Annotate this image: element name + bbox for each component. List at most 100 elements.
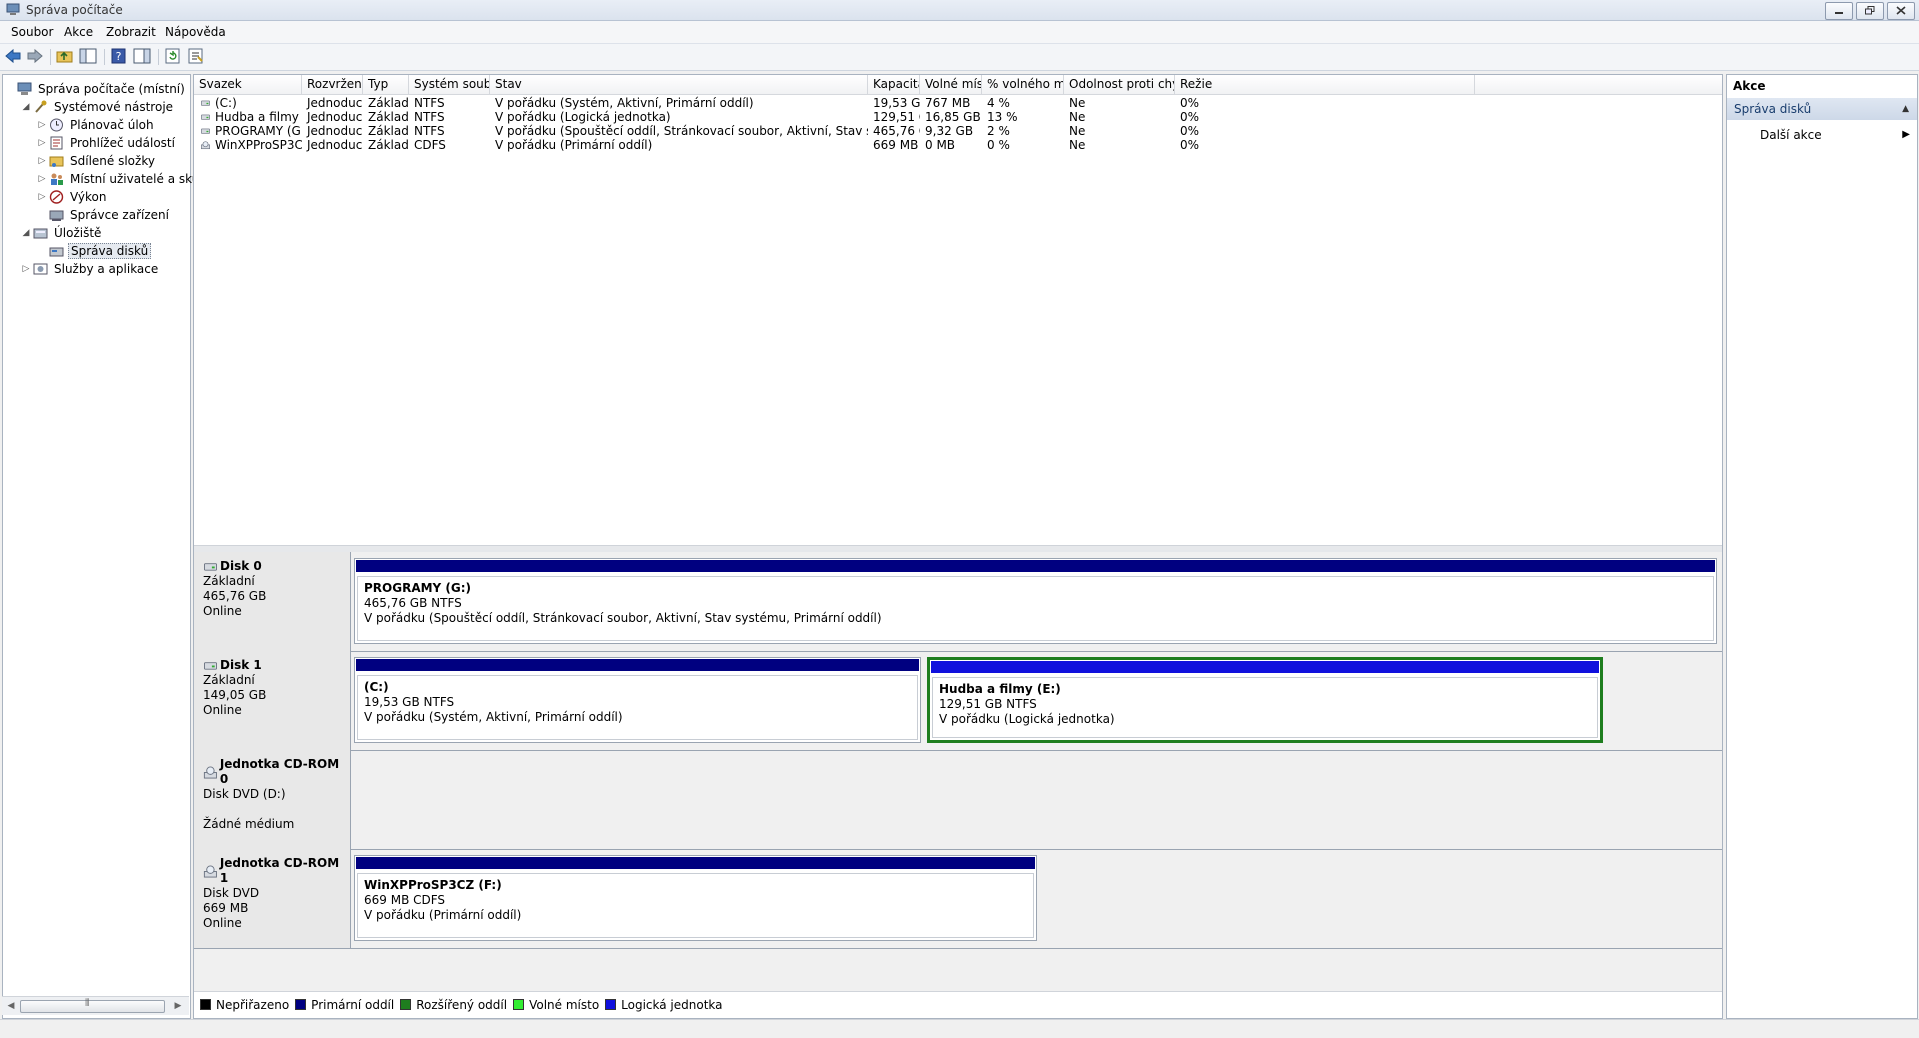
event-viewer-icon	[50, 136, 63, 150]
column-header-8[interactable]: Odolnost proti chybám	[1064, 75, 1175, 94]
restore-icon	[1865, 6, 1875, 15]
disk-label[interactable]: Disk 1 Základní 149,05 GB Online	[194, 651, 351, 750]
minimize-icon	[1835, 12, 1843, 14]
partition-type-bar	[356, 560, 1715, 572]
legend-swatch	[400, 999, 412, 1010]
tree-expander-icon[interactable]: ◢	[21, 228, 31, 238]
tree-item-computer[interactable]: Správa počítače (místní)	[5, 80, 187, 98]
partition-status: V pořádku (Primární oddíl)	[364, 908, 522, 922]
tree-item-clock[interactable]: ▷ Plánovač úloh	[37, 116, 156, 134]
partition-name: Hudba a filmy (E:)	[939, 682, 1061, 696]
column-header-2[interactable]: Typ	[363, 75, 409, 94]
table-cell: 0%	[1180, 138, 1200, 152]
partition-block[interactable]: Hudba a filmy (E:) 129,51 GB NTFS V pořádk…	[927, 657, 1603, 743]
up-folder-icon	[56, 51, 73, 63]
tree-expander-icon[interactable]: ▷	[37, 120, 47, 130]
action-more-actions[interactable]: Další akce ▶	[1760, 126, 1910, 144]
scroll-thumb[interactable]: ⦀	[20, 998, 165, 1013]
volume-list-header: SvazekRozvrženíTypSystém souborůStavKapa…	[194, 75, 1722, 95]
column-header-4[interactable]: Stav	[490, 75, 868, 94]
tree-item-event-viewer[interactable]: ▷ Prohlížeč událostí	[37, 134, 177, 152]
tree-expander-icon[interactable]: ▷	[21, 264, 31, 274]
services-icon	[33, 263, 48, 275]
scroll-right-icon[interactable]: ▶	[172, 1000, 184, 1012]
back-button[interactable]	[4, 48, 24, 66]
tree-item-storage[interactable]: ◢ Úložiště	[21, 224, 103, 242]
tree-expander-icon[interactable]: ▷	[37, 156, 47, 166]
menu-soubor[interactable]: Soubor	[10, 25, 54, 39]
help-button[interactable]: ?	[110, 48, 130, 66]
column-header-3[interactable]: Systém souborů	[409, 75, 490, 94]
refresh-icon	[165, 48, 180, 64]
tree-item-device-manager[interactable]: Správce zařízení	[37, 206, 171, 224]
disk-name-text: Disk 0	[220, 559, 262, 573]
tree-item-disk-management[interactable]: Správa disků	[37, 242, 152, 260]
column-header-5[interactable]: Kapacita	[868, 75, 920, 94]
tree-expander-icon[interactable]: ▷	[37, 138, 47, 148]
legend-label: Rozšířený oddíl	[416, 997, 508, 1012]
tree-horizontal-scrollbar[interactable]: ◀ ⦀ ▶	[2, 996, 189, 1015]
tree-expander-icon[interactable]: ◢	[21, 102, 31, 112]
menu-napoveda[interactable]: Nápověda	[164, 25, 227, 39]
partition-block[interactable]: PROGRAMY (G:) 465,76 GB NTFS V pořádku (Sp…	[354, 558, 1717, 644]
performance-icon	[49, 190, 64, 204]
tree-expander-icon[interactable]: ▷	[37, 192, 47, 202]
console-tree-button[interactable]	[79, 48, 99, 66]
properties-button[interactable]	[133, 48, 153, 66]
menu-zobrazit[interactable]: Zobrazit	[105, 25, 157, 39]
close-button[interactable]	[1887, 2, 1915, 20]
minimize-button[interactable]	[1825, 2, 1853, 20]
partition-block[interactable]: (C:) 19,53 GB NTFS V pořádku (Systém, Akti…	[354, 657, 921, 743]
legend-swatch	[513, 999, 525, 1010]
disk-status: Žádné médium	[203, 817, 295, 831]
disk-name: Jednotka CD-ROM 0	[203, 757, 350, 787]
partition-block[interactable]: WinXPProSP3CZ (F:) 669 MB CDFS V pořádku (…	[354, 855, 1037, 941]
refresh-button[interactable]	[164, 48, 184, 66]
collapse-up-icon[interactable]: ▲	[1902, 98, 1909, 120]
tree-item-performance[interactable]: ▷ Výkon	[37, 188, 108, 206]
submenu-arrow-icon: ▶	[1902, 129, 1910, 140]
scroll-left-icon[interactable]: ◀	[5, 1000, 17, 1012]
column-header-9[interactable]: Režie	[1175, 75, 1475, 94]
legend-item: Volné místo	[513, 998, 599, 1012]
legend-item: Nepřiřazeno	[200, 998, 289, 1012]
disk-label[interactable]: Disk 0 Základní 465,76 GB Online	[194, 552, 351, 651]
table-cell: Jednoduchý	[307, 138, 363, 152]
column-header-1[interactable]: Rozvržení	[302, 75, 363, 94]
help-icon: ?	[111, 48, 126, 64]
cdrom-icon	[203, 765, 217, 779]
export-list-icon	[188, 48, 203, 64]
disk-name-text: Disk 1	[220, 658, 262, 672]
actions-section-disk-management[interactable]: Správa disků ▲	[1727, 98, 1917, 120]
up-folder-button[interactable]	[56, 48, 76, 66]
legend-item: Primární oddíl	[295, 998, 394, 1012]
disk-type: Základní	[203, 673, 255, 687]
table-row[interactable]: WinXPProSP3CZ (F:) Jednoduchý Základní CDFS…	[194, 137, 1722, 154]
partition-body: PROGRAMY (G:) 465,76 GB NTFS V pořádku (Sp…	[357, 576, 1714, 641]
table-cell: 0 MB	[925, 138, 956, 152]
tree-item-services[interactable]: ▷ Služby a aplikace	[21, 260, 160, 278]
forward-button[interactable]	[26, 48, 46, 66]
export-list-button[interactable]	[187, 48, 207, 66]
column-header-6[interactable]: Volné místo	[920, 75, 982, 94]
status-bar	[0, 1019, 1919, 1038]
disk-label[interactable]: Jednotka CD-ROM 1 Disk DVD 669 MB Online	[194, 849, 351, 948]
tree-expander-icon[interactable]: ▷	[37, 174, 47, 184]
column-header-7[interactable]: % volného místa	[982, 75, 1064, 94]
restore-button[interactable]	[1856, 2, 1884, 20]
disk-row: Disk 0 Základní 465,76 GB Online PROGRAMY (G…	[194, 552, 1722, 652]
disk-label[interactable]: Jednotka CD-ROM 0 Disk DVD (D:) Žádné médi…	[194, 750, 351, 849]
disk-size	[203, 802, 350, 817]
tree-item-tools[interactable]: ◢ Systémové nástroje	[21, 98, 175, 116]
column-header-0[interactable]: Svazek	[194, 75, 302, 94]
partition-name: WinXPProSP3CZ (F:)	[364, 878, 502, 892]
menu-akce[interactable]: Akce	[63, 25, 94, 39]
partition-detail: 129,51 GB NTFS	[939, 697, 1037, 711]
disk-icon	[204, 662, 217, 670]
disk-icon	[204, 563, 217, 571]
partition-detail: 669 MB CDFS	[364, 893, 446, 907]
tools-icon	[35, 100, 47, 113]
volume-name: Hudba a filmy (E:)	[215, 110, 302, 124]
tree-item-label: Prohlížeč událostí	[70, 136, 175, 150]
tree-item-shared-folder[interactable]: ▷ Sdílené složky	[37, 152, 157, 170]
